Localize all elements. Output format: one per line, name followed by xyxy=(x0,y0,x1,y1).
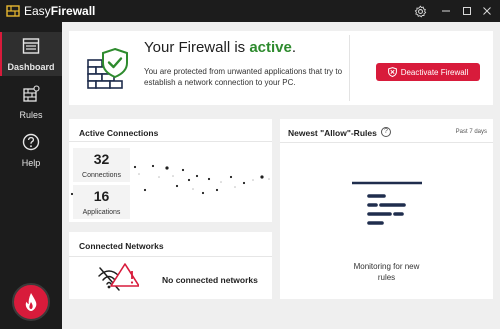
applications-stat: 16 Applications xyxy=(73,185,130,219)
close-button[interactable] xyxy=(478,2,496,20)
sidebar-item-label: Dashboard xyxy=(7,62,55,72)
settings-gear-icon[interactable] xyxy=(411,2,429,20)
title-bar: EasyFirewall xyxy=(0,0,500,22)
shield-off-icon xyxy=(387,67,397,77)
minimize-button[interactable] xyxy=(437,2,455,20)
sidebar-item-rules[interactable]: Rules xyxy=(0,80,62,124)
connections-stat: 32 Connections xyxy=(73,148,130,182)
divider xyxy=(349,35,350,101)
connections-label: Connections xyxy=(82,172,121,179)
dashboard-icon xyxy=(22,38,40,54)
app-logo-icon xyxy=(6,5,20,17)
deactivate-firewall-button[interactable]: Deactivate Firewall xyxy=(376,63,480,81)
firewall-status-card: Your Firewall is active. You are protect… xyxy=(69,31,493,105)
main-content: Your Firewall is active. You are protect… xyxy=(62,22,500,329)
applications-count: 16 xyxy=(93,188,110,204)
sidebar-item-label: Help xyxy=(21,158,41,168)
connected-networks-card: Connected Networks No connected networks xyxy=(69,232,272,299)
no-network-warning-icon xyxy=(98,263,139,291)
monitoring-text: Monitoring for new rules xyxy=(353,262,420,282)
help-icon xyxy=(22,133,40,151)
maximize-button[interactable] xyxy=(458,2,476,20)
divider xyxy=(280,142,493,143)
active-connections-card: Active Connections 32 Connections 16 App… xyxy=(69,119,272,222)
divider xyxy=(69,256,272,257)
rules-list-icon xyxy=(352,181,422,225)
sidebar-item-help[interactable]: Help xyxy=(0,128,62,172)
sidebar: Dashboard Rules Help xyxy=(0,22,62,329)
firewall-shield-icon xyxy=(87,47,128,89)
protection-status-button[interactable] xyxy=(12,283,50,321)
newest-rules-title: Newest "Allow"-Rules xyxy=(288,128,377,138)
connected-networks-title: Connected Networks xyxy=(79,241,164,251)
app-title: EasyFirewall xyxy=(24,4,96,18)
rules-icon xyxy=(23,85,40,102)
connections-count: 32 xyxy=(93,151,110,167)
no-networks-text: No connected networks xyxy=(162,275,258,285)
sidebar-item-label: Rules xyxy=(19,110,43,120)
firewall-status-title: Your Firewall is active. xyxy=(144,39,297,56)
applications-label: Applications xyxy=(82,209,121,216)
newest-allow-rules-card: Newest "Allow"-Rules ? Past 7 days Monit… xyxy=(280,119,493,299)
flame-icon xyxy=(25,293,37,311)
firewall-status-description: You are protected from unwanted applicat… xyxy=(144,67,343,87)
rules-period: Past 7 days xyxy=(455,129,487,135)
sidebar-item-dashboard[interactable]: Dashboard xyxy=(0,32,62,76)
deactivate-firewall-label: Deactivate Firewall xyxy=(400,67,469,77)
rules-help-icon[interactable]: ? xyxy=(381,127,391,137)
